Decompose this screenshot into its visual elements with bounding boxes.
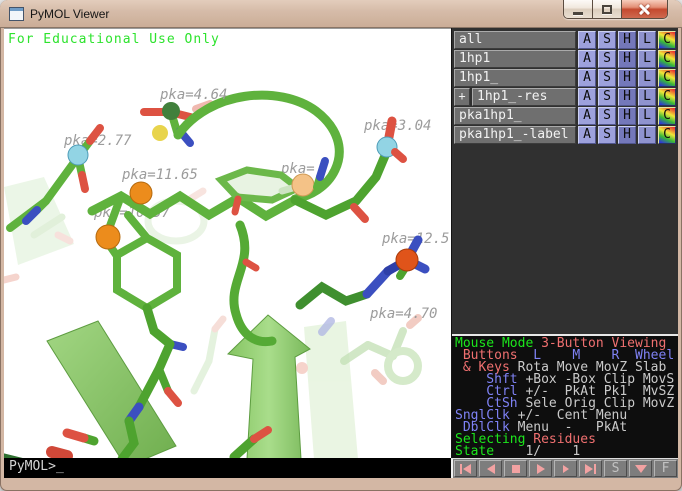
expand-button[interactable]: + [454, 88, 470, 106]
label-button-L[interactable]: L [638, 126, 656, 144]
step-forward-button[interactable] [554, 460, 577, 477]
hide-button-H[interactable]: H [618, 126, 636, 144]
command-input[interactable]: PyMOL>_ [4, 458, 451, 478]
hide-button-H[interactable]: H [618, 69, 636, 87]
skip-to-start-button[interactable] [454, 460, 477, 477]
skip-end-icon [585, 464, 593, 474]
fullscreen-f-button[interactable]: F [654, 460, 677, 477]
close-icon [638, 3, 651, 16]
caption-buttons [563, 0, 668, 19]
object-list: all A S H L C 1hp1 A S H L C 1hp1_ [452, 28, 678, 145]
object-row-1hp1_: 1hp1_ A S H L C [453, 69, 677, 87]
action-button-A[interactable]: A [578, 126, 596, 144]
object-name-pka1hp1_[interactable]: pka1hp1_ [454, 107, 576, 125]
beta-sheet-arrow [228, 315, 310, 458]
stop-icon [512, 465, 520, 473]
action-button-A[interactable]: A [578, 50, 596, 68]
pka-label: pka=4.70 [369, 306, 437, 322]
down-arrow-icon [635, 465, 647, 473]
object-name-pka1hp1_-label[interactable]: pka1hp1_-label [454, 126, 576, 144]
color-button-C[interactable]: C [658, 50, 676, 68]
label-button-L[interactable]: L [638, 107, 656, 125]
object-name-1hp1[interactable]: 1hp1 [454, 50, 576, 68]
show-button-S[interactable]: S [598, 88, 616, 106]
skip-to-end-button[interactable] [579, 460, 602, 477]
play-icon [537, 464, 545, 474]
minimize-button[interactable] [564, 0, 593, 18]
control-panel: all A S H L C 1hp1 A S H L C 1hp1_ [451, 28, 678, 458]
label-button-L[interactable]: L [638, 50, 656, 68]
fog-layer [4, 177, 358, 458]
label-button-L[interactable]: L [638, 88, 656, 106]
pka-label: pka=4.64 [159, 87, 227, 103]
bottom-bar: PyMOL>_ S F [4, 458, 678, 478]
color-button-C[interactable]: C [658, 126, 676, 144]
panel-empty-space [452, 145, 678, 334]
show-button-S[interactable]: S [598, 107, 616, 125]
app-icon [9, 7, 24, 21]
maximize-icon [602, 5, 612, 14]
step-back-icon [487, 464, 495, 474]
color-button-C[interactable]: C [658, 107, 676, 125]
maximize-button[interactable] [593, 0, 622, 18]
pka-label: pka=11.65 [121, 167, 198, 183]
action-button-A[interactable]: A [578, 88, 596, 106]
playback-controls: S F [451, 458, 678, 478]
play-button[interactable] [529, 460, 552, 477]
show-button-S[interactable]: S [598, 69, 616, 87]
scene-down-button[interactable] [629, 460, 652, 477]
scene-s-button[interactable]: S [604, 460, 627, 477]
hide-button-H[interactable]: H [618, 88, 636, 106]
object-name-1hp1_-res[interactable]: 1hp1_-res [472, 88, 576, 106]
stop-button[interactable] [504, 460, 527, 477]
skip-start-icon [460, 464, 462, 474]
object-row-pka1hp1_: pka1hp1_ A S H L C [453, 107, 677, 125]
color-button-C[interactable]: C [658, 31, 676, 49]
mouse-mode-panel: Mouse Mode 3-Button Viewing Buttons L M … [452, 336, 678, 458]
show-button-S[interactable]: S [598, 126, 616, 144]
step-back-button[interactable] [479, 460, 502, 477]
show-button-S[interactable]: S [598, 50, 616, 68]
pka-label: pka=3.04 [363, 118, 431, 134]
pymol-window: PyMOL Viewer For Educational Use Only [0, 0, 682, 491]
label-button-L[interactable]: L [638, 69, 656, 87]
minimize-icon [573, 12, 583, 15]
object-row-pka1hp1_-label: pka1hp1_-label A S H L C [453, 126, 677, 144]
viewport-3d[interactable]: For Educational Use Only [4, 28, 451, 458]
color-button-C[interactable]: C [658, 88, 676, 106]
hide-button-H[interactable]: H [618, 50, 636, 68]
close-button[interactable] [622, 0, 667, 18]
action-button-A[interactable]: A [578, 69, 596, 87]
molecule-scene: pka=2.77 pka=11.65 pka=10.57 pka= pka=3.… [4, 29, 451, 458]
molecule-sticks [4, 95, 425, 458]
titlebar: PyMOL Viewer [0, 0, 682, 28]
action-button-A[interactable]: A [578, 107, 596, 125]
hide-button-H[interactable]: H [618, 31, 636, 49]
edu-watermark: For Educational Use Only [8, 32, 220, 47]
color-button-C[interactable]: C [658, 69, 676, 87]
object-row-all: all A S H L C [453, 31, 677, 49]
object-name-1hp1_[interactable]: 1hp1_ [454, 69, 576, 87]
window-title: PyMOL Viewer [30, 6, 109, 21]
object-row-1hp1: 1hp1 A S H L C [453, 50, 677, 68]
state-line[interactable]: State 1/ 1 [455, 446, 678, 458]
hide-button-H[interactable]: H [618, 107, 636, 125]
object-row-1hp1_-res: + 1hp1_-res A S H L C [453, 88, 677, 106]
show-button-S[interactable]: S [598, 31, 616, 49]
action-button-A[interactable]: A [578, 31, 596, 49]
object-name-all[interactable]: all [454, 31, 576, 49]
step-forward-icon [563, 465, 569, 473]
label-button-L[interactable]: L [638, 31, 656, 49]
